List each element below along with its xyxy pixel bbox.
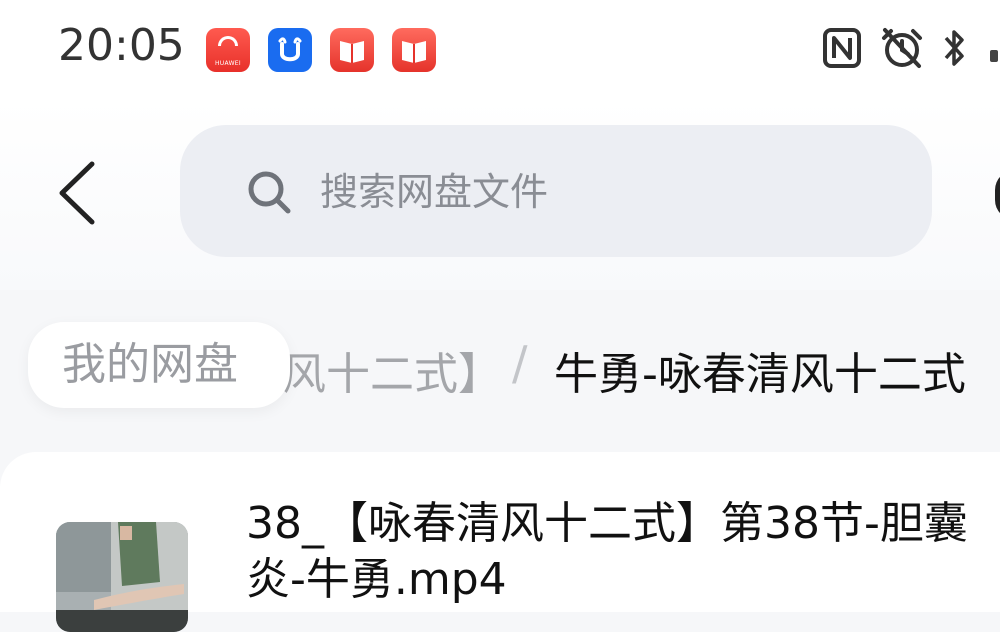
huawei-appgallery-icon: HUAWEI [206, 28, 250, 72]
red-book-icon [330, 28, 374, 72]
breadcrumb-parent[interactable]: 风十二式】 [282, 338, 502, 402]
file-name: 38_【咏春清风十二式】第38节-胆囊炎-牛勇.mp4 [246, 498, 968, 605]
video-thumbnail [56, 522, 188, 632]
red-book-icon [392, 28, 436, 72]
breadcrumb-current: 牛勇-咏春清风十二式 [554, 349, 966, 400]
bluetooth-icon [940, 26, 970, 70]
status-bar: 20:05 HUAWEI [0, 0, 1000, 100]
search-header [0, 100, 1000, 290]
file-item[interactable]: 38_【咏春清风十二式】第38节-胆囊炎-牛勇.mp4 [0, 452, 1000, 632]
search-input[interactable] [318, 155, 882, 229]
breadcrumb-root[interactable]: 我的网盘 [28, 322, 290, 408]
status-extra-icon [990, 50, 998, 62]
more-options-icon[interactable] [995, 170, 1000, 220]
breadcrumb-separator: / [512, 336, 528, 390]
alarm-icon [878, 26, 926, 70]
search-icon [244, 167, 294, 217]
huawei-label: HUAWEI [215, 60, 241, 67]
file-list: 38_【咏春清风十二式】第38节-胆囊炎-牛勇.mp4 [0, 452, 1000, 632]
search-bar[interactable] [180, 125, 932, 257]
nfc-icon [822, 26, 862, 70]
status-time: 20:05 [58, 20, 185, 71]
breadcrumb: 风十二式】 我的网盘 / 牛勇-咏春清风十二式 [0, 310, 1000, 420]
cow-app-icon [268, 28, 312, 72]
back-button[interactable] [48, 158, 108, 228]
